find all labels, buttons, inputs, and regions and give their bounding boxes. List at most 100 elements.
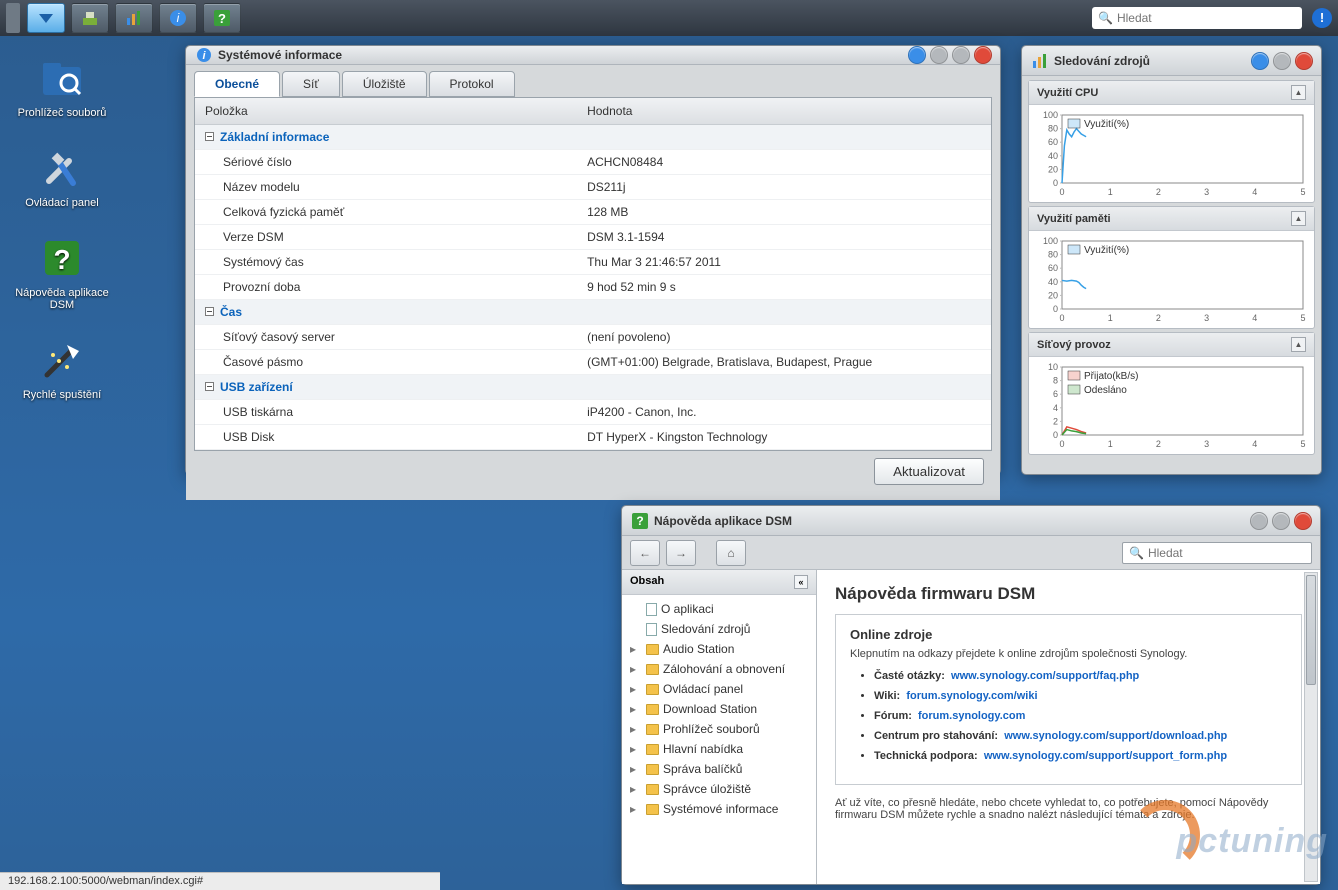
help-toc: Obsah « O aplikaciSledování zdrojůAudio S…	[622, 570, 817, 884]
folder-icon	[646, 724, 659, 735]
toc-item[interactable]: Sledování zdrojů	[626, 619, 812, 639]
desktop-icons: Prohlížeč souborů Ovládací panel ? Nápov…	[12, 55, 112, 427]
scrollbar-thumb[interactable]	[1306, 575, 1316, 685]
panel-title: Síťový provoz	[1037, 339, 1111, 351]
window-help-button[interactable]	[1251, 52, 1269, 70]
toc-item[interactable]: Prohlížeč souborů	[626, 719, 812, 739]
document-icon	[646, 603, 657, 616]
table-row: USB DiskDT HyperX - Kingston Technology	[195, 425, 991, 450]
svg-text:60: 60	[1048, 137, 1058, 147]
nav-home-button[interactable]: ⌂	[716, 540, 746, 566]
toc-item[interactable]: Správce úložiště	[626, 779, 812, 799]
toc-item[interactable]: Ovládací panel	[626, 679, 812, 699]
window-maximize-button[interactable]	[1272, 512, 1290, 530]
help-link[interactable]: forum.synology.com	[918, 710, 1025, 722]
table-row: Název modeluDS211j	[195, 175, 991, 200]
help-search[interactable]: 🔍	[1122, 542, 1312, 564]
panel-title: Využití paměti	[1037, 213, 1111, 225]
svg-text:40: 40	[1048, 151, 1058, 161]
info-table: Položka Hodnota Základní informaceSériov…	[195, 98, 991, 450]
svg-text:?: ?	[636, 514, 643, 528]
desktop-icon-file-browser[interactable]: Prohlížeč souborů	[12, 55, 112, 119]
svg-text:0: 0	[1059, 313, 1064, 323]
help-link[interactable]: www.synology.com/support/download.php	[1004, 730, 1227, 742]
window-minimize-button[interactable]	[1250, 512, 1268, 530]
scrollbar[interactable]	[1304, 572, 1318, 882]
tab-general[interactable]: Obecné	[194, 71, 280, 97]
window-minimize-button[interactable]	[1273, 52, 1291, 70]
group-row[interactable]: Základní informace	[195, 125, 991, 150]
group-row[interactable]: USB zařízení	[195, 375, 991, 400]
toc-title: Obsah	[630, 575, 664, 589]
toc-item[interactable]: Hlavní nabídka	[626, 739, 812, 759]
svg-text:Využití(%): Využití(%)	[1084, 119, 1129, 130]
toc-item[interactable]: Download Station	[626, 699, 812, 719]
svg-text:3: 3	[1204, 187, 1209, 197]
resource-monitor-button[interactable]	[115, 3, 153, 33]
tab-storage[interactable]: Úložiště	[342, 71, 427, 97]
help-search-input[interactable]	[1148, 546, 1305, 560]
toc-item[interactable]: Zálohování a obnovení	[626, 659, 812, 679]
svg-text:60: 60	[1048, 263, 1058, 273]
collapse-icon[interactable]: ▲	[1291, 337, 1306, 352]
folder-icon	[646, 784, 659, 795]
nav-forward-button[interactable]: →	[666, 540, 696, 566]
table-row: USB tiskárnaiP4200 - Canon, Inc.	[195, 400, 991, 425]
desktop-icon-control-panel[interactable]: Ovládací panel	[12, 145, 112, 209]
help-link[interactable]: forum.synology.com/wiki	[906, 690, 1037, 702]
group-row[interactable]: Čas	[195, 300, 991, 325]
window-minimize-button[interactable]	[930, 46, 948, 64]
window-help-button[interactable]	[908, 46, 926, 64]
help-link[interactable]: www.synology.com/support/faq.php	[951, 670, 1139, 682]
window-maximize-button[interactable]	[952, 46, 970, 64]
desktop-icon-dsm-help[interactable]: ? Nápověda aplikace DSM	[12, 235, 112, 311]
help-link-item: Časté otázky: www.synology.com/support/f…	[874, 670, 1287, 682]
main-menu-button[interactable]	[27, 3, 65, 33]
nav-back-button[interactable]: ←	[630, 540, 660, 566]
toc-item[interactable]: Systémové informace	[626, 799, 812, 819]
window-title: Sledování zdrojů	[1054, 54, 1150, 68]
window-title: Nápověda aplikace DSM	[654, 514, 792, 528]
refresh-button[interactable]: Aktualizovat	[874, 458, 984, 485]
tab-log[interactable]: Protokol	[429, 71, 515, 97]
collapse-icon[interactable]: ▲	[1291, 211, 1306, 226]
chart: 020406080100012345Využití(%)	[1033, 235, 1310, 323]
search-input[interactable]	[1117, 11, 1296, 25]
folder-icon	[646, 704, 659, 715]
package-center-button[interactable]	[71, 3, 109, 33]
titlebar[interactable]: ? Nápověda aplikace DSM	[622, 506, 1320, 536]
toc-label: Správce úložiště	[663, 782, 751, 796]
desktop-icon-quick-start[interactable]: Rychlé spuštění	[12, 337, 112, 401]
svg-text:40: 40	[1048, 277, 1058, 287]
svg-text:0: 0	[1059, 187, 1064, 197]
collapse-icon[interactable]: ▲	[1291, 85, 1306, 100]
toc-item[interactable]: O aplikaci	[626, 599, 812, 619]
global-search[interactable]: 🔍	[1092, 7, 1302, 29]
toc-item[interactable]: Správa balíčků	[626, 759, 812, 779]
svg-text:10: 10	[1048, 362, 1058, 372]
col-value: Hodnota	[577, 98, 991, 125]
help-content: Nápověda firmwaru DSM Online zdroje Klep…	[817, 570, 1320, 884]
table-row: Verze DSMDSM 3.1-1594	[195, 225, 991, 250]
titlebar[interactable]: Sledování zdrojů	[1022, 46, 1321, 76]
svg-text:Odesláno: Odesláno	[1084, 385, 1127, 396]
window-close-button[interactable]	[1295, 52, 1313, 70]
folder-icon	[646, 644, 659, 655]
help-button[interactable]: ?	[203, 3, 241, 33]
system-info-button[interactable]: i	[159, 3, 197, 33]
collapse-icon[interactable]: «	[794, 575, 808, 589]
window-close-button[interactable]	[974, 46, 992, 64]
tab-network[interactable]: Síť	[282, 71, 340, 97]
help-icon: ?	[632, 513, 648, 529]
taskbar-handle[interactable]	[6, 3, 20, 33]
svg-text:0: 0	[1059, 439, 1064, 449]
chart-icon	[1032, 53, 1048, 69]
help-link[interactable]: www.synology.com/support/support_form.ph…	[984, 750, 1227, 762]
icon-label: Prohlížeč souborů	[18, 107, 107, 119]
help-toolbar: ← → ⌂ 🔍	[622, 536, 1320, 570]
notification-icon[interactable]: !	[1312, 8, 1332, 28]
toc-item[interactable]: Audio Station	[626, 639, 812, 659]
titlebar[interactable]: i Systémové informace	[186, 46, 1000, 65]
svg-text:4: 4	[1252, 187, 1257, 197]
window-close-button[interactable]	[1294, 512, 1312, 530]
